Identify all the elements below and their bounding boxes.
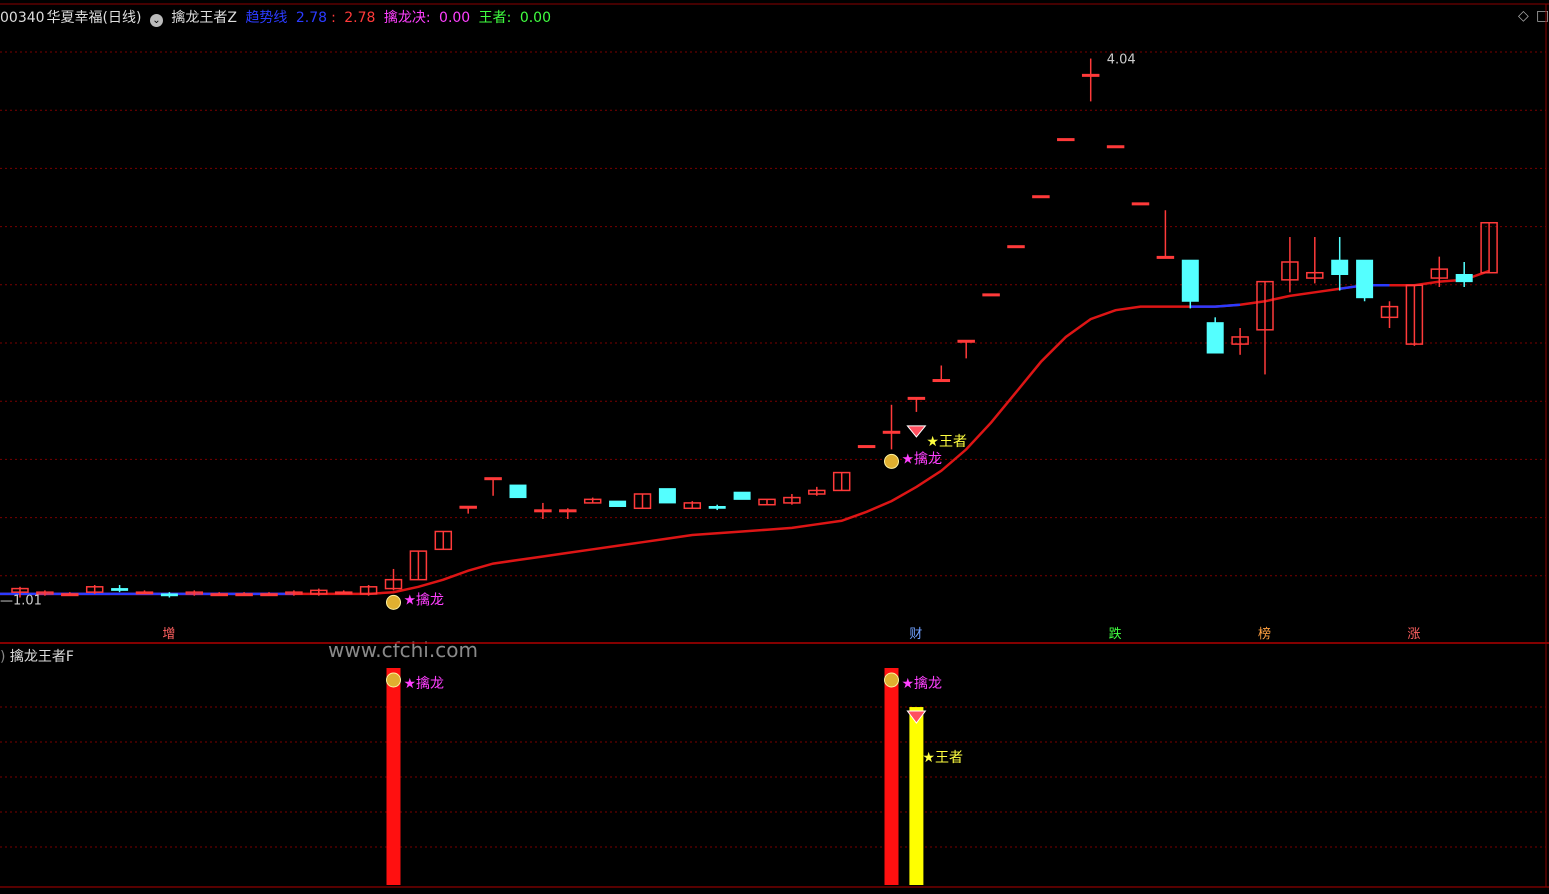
- bottom-marker: 财: [909, 627, 922, 642]
- candle-body: [609, 500, 627, 507]
- candle-body: [210, 593, 228, 597]
- candle-body: [1081, 73, 1100, 77]
- signal-bar: [386, 668, 401, 885]
- bottom-marker: 增: [162, 627, 175, 642]
- bottom-marker: 涨: [1407, 627, 1420, 642]
- candle-body: [1181, 259, 1199, 302]
- money-bag-icon: [884, 453, 899, 469]
- sub-signal-label: ★擒龙: [404, 675, 445, 692]
- candle-body: [1131, 202, 1150, 206]
- candle-body: [484, 477, 502, 481]
- candle-body: [111, 588, 129, 591]
- candle-body: [907, 396, 926, 400]
- signal-label-qinlong: ★擒龙: [404, 591, 445, 608]
- candle-body: [1356, 259, 1374, 299]
- bottom-marker: 跌: [1109, 626, 1122, 642]
- candle-body: [957, 339, 975, 343]
- candle-body: [1331, 259, 1349, 275]
- candle-body: [1032, 195, 1050, 199]
- sub-signal-label: ★王者: [922, 750, 963, 766]
- gem-icon: [906, 425, 927, 438]
- signal-bar: [909, 707, 924, 885]
- signal-label-wangzhe: ★王者: [926, 434, 967, 450]
- candle-body: [534, 509, 552, 513]
- candle-body: [1156, 255, 1175, 259]
- candle-body: [708, 505, 726, 509]
- candle-body: [509, 484, 527, 499]
- money-bag-icon: [884, 672, 899, 688]
- signal-bar: [884, 668, 899, 885]
- signal-label-qinlong: ★擒龙: [902, 450, 943, 467]
- candle-body: [1007, 245, 1025, 249]
- candle-body: [733, 491, 751, 500]
- money-bag-icon: [386, 672, 401, 688]
- candle-body: [235, 593, 253, 597]
- bottom-marker: 榜: [1258, 626, 1271, 642]
- candle-body: [1106, 145, 1125, 149]
- candle-body: [334, 591, 353, 595]
- low-price-label: —1.01: [0, 593, 42, 608]
- candle-body: [260, 593, 278, 597]
- candle-body: [559, 509, 577, 513]
- candle-body: [658, 488, 676, 504]
- candle-body: [932, 379, 951, 383]
- high-price-label: 4.04: [1107, 53, 1136, 68]
- candle-body: [459, 505, 477, 509]
- money-bag-icon: [386, 594, 401, 610]
- candle-body: [160, 593, 178, 597]
- candlestick-chart[interactable]: 4.04—1.01 ★擒龙★擒龙★王者增财跌榜涨★擒龙 ★擒龙★王者: [0, 0, 1549, 894]
- candle-body: [1057, 138, 1075, 142]
- trend-flat-segment: [1190, 303, 1241, 308]
- candle-body: [882, 430, 901, 434]
- candle-body: [982, 293, 1000, 297]
- candle-body: [135, 591, 154, 595]
- sub-signal-label: ★擒龙: [902, 675, 943, 692]
- candle-body: [1206, 322, 1224, 354]
- candle-body: [857, 445, 876, 449]
- candle-body: [1455, 273, 1473, 283]
- candle-body: [61, 593, 79, 597]
